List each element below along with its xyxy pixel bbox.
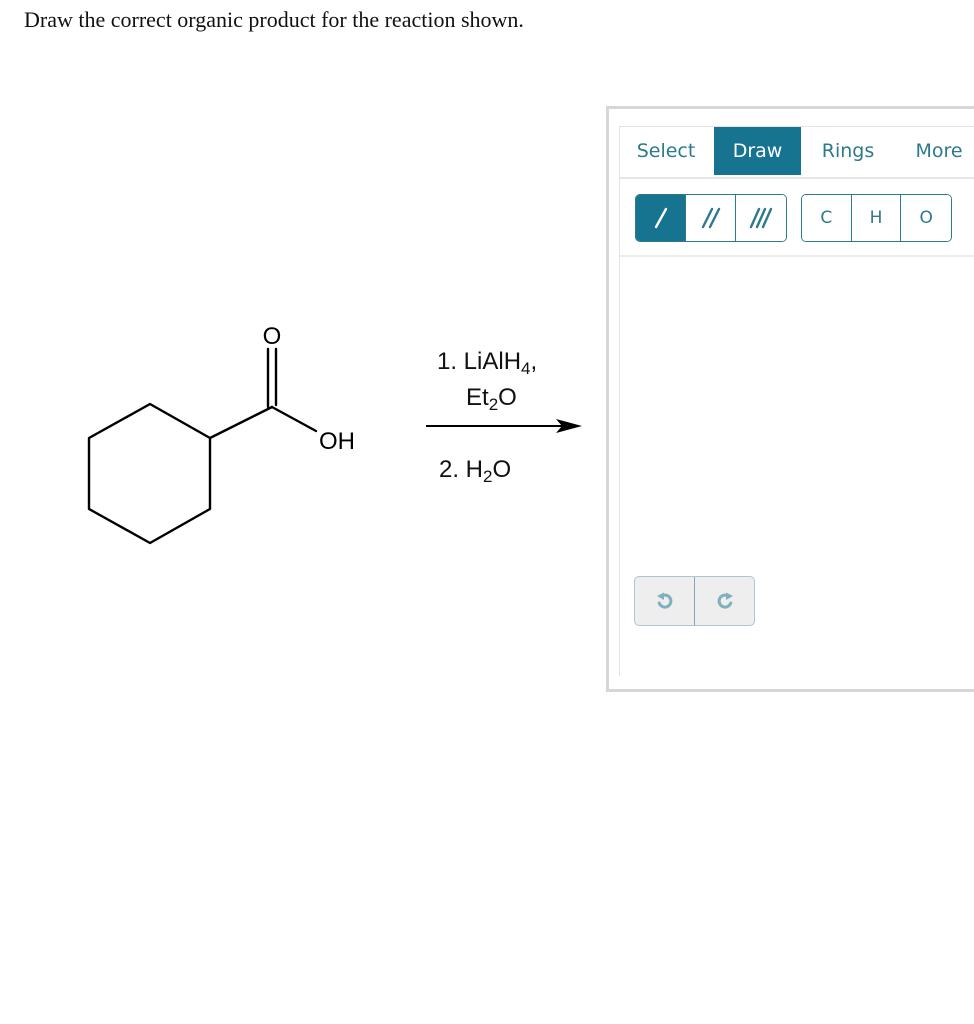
double-bond-button[interactable] xyxy=(686,195,736,241)
reagent-solvent-subscript: 2 xyxy=(488,395,499,414)
history-controls xyxy=(634,576,755,626)
redo-button[interactable] xyxy=(695,577,754,625)
undo-icon xyxy=(656,592,672,609)
hydroxyl-label: OH xyxy=(319,428,355,455)
reaction-scheme: O OH 1. LiAlH4, Et2O 2. H2O xyxy=(0,300,600,570)
reagent-step1: 1. LiAlH4, xyxy=(437,348,538,378)
single-bond-icon xyxy=(654,207,667,229)
tab-select[interactable]: Select xyxy=(620,127,712,175)
reagent-step2: 2. H2O xyxy=(439,456,512,485)
tab-rings[interactable]: Rings xyxy=(804,127,892,175)
tab-more[interactable]: More xyxy=(895,127,974,175)
carbonyl-oxygen-label: O xyxy=(263,323,282,350)
sketcher-tab-bar: Select Draw Rings More xyxy=(620,126,974,179)
single-bond-button[interactable] xyxy=(636,195,686,241)
reagent-solvent-suffix: O xyxy=(498,384,517,411)
triple-bond-icon xyxy=(749,207,773,229)
reagent-step2-suffix: O xyxy=(492,456,512,483)
reactant-structure: O OH xyxy=(87,323,582,545)
tab-draw[interactable]: Draw xyxy=(714,127,801,175)
sketcher-frame: Select Draw Rings More C H O xyxy=(619,126,974,676)
structure-sketcher: Select Draw Rings More C H O xyxy=(606,106,974,692)
question-prompt: Draw the correct organic product for the… xyxy=(24,7,524,32)
reagent-solvent: Et2O xyxy=(466,384,517,414)
reagent-step1-comma: , xyxy=(530,348,538,375)
reagent-solvent-text: Et xyxy=(466,384,489,411)
c-oh-bond xyxy=(270,405,318,433)
reagent-step2-text: 2. H xyxy=(439,456,484,483)
redo-icon xyxy=(717,592,733,609)
reagent-step1-subscript: 4 xyxy=(521,359,531,378)
triple-bond-button[interactable] xyxy=(736,195,786,241)
undo-button[interactable] xyxy=(635,577,695,625)
draw-toolbar: C H O xyxy=(620,178,974,257)
atom-tool-group: C H O xyxy=(801,194,952,242)
double-bond-icon xyxy=(701,207,720,229)
cyclohexane-ring xyxy=(87,402,212,545)
atom-hydrogen-button[interactable]: H xyxy=(851,195,902,241)
ring-to-carbonyl-bond xyxy=(208,405,274,440)
reagent-step1-text: 1. LiAlH xyxy=(437,348,522,375)
atom-carbon-button[interactable]: C xyxy=(802,195,852,241)
bond-tool-group xyxy=(635,194,787,242)
atom-oxygen-button[interactable]: O xyxy=(901,195,951,241)
